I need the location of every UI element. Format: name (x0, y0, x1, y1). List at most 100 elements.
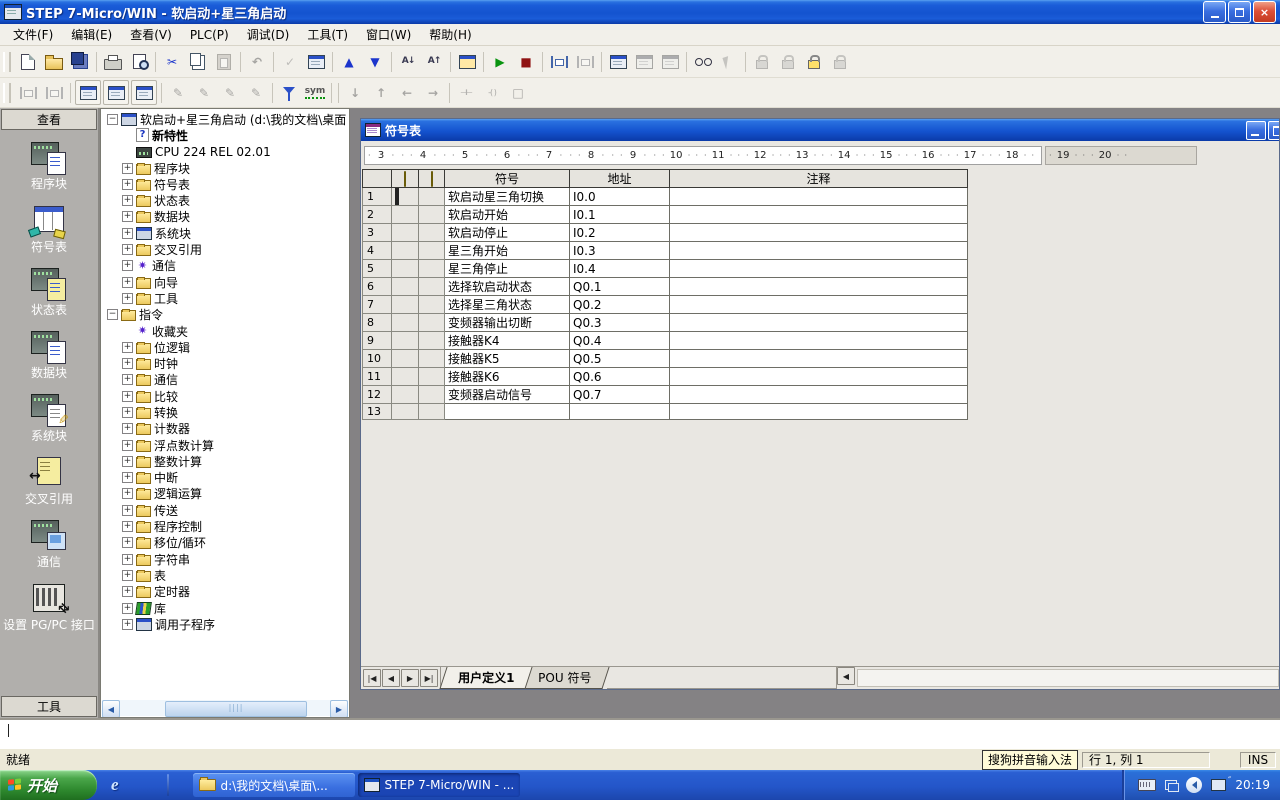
plus-toggle-icon[interactable]: + (122, 211, 133, 222)
tree-item-favorites[interactable]: ✷收藏夹 (103, 323, 349, 339)
plus-toggle-icon[interactable]: + (122, 570, 133, 581)
row-number[interactable]: 11 (363, 368, 392, 386)
symbol-cell[interactable]: 接触器K6 (445, 368, 570, 386)
scroll-left-icon[interactable]: ◀ (837, 667, 855, 685)
flag-cell[interactable] (419, 368, 445, 386)
tree-item-integer-math[interactable]: +整数计算 (103, 453, 349, 469)
row-number[interactable]: 13 (363, 404, 392, 420)
stop-button[interactable]: ■ (513, 49, 539, 74)
flag-cell[interactable] (419, 314, 445, 332)
tree-item-libraries[interactable]: +库 (103, 600, 349, 616)
address-cell[interactable]: I0.3 (570, 242, 670, 260)
plus-toggle-icon[interactable]: + (122, 407, 133, 418)
restore-windows-icon[interactable] (1165, 780, 1177, 790)
copy-button[interactable] (185, 49, 211, 74)
address-cell[interactable]: I0.4 (570, 260, 670, 278)
flag-cell[interactable] (392, 404, 419, 420)
plus-toggle-icon[interactable]: + (122, 619, 133, 630)
comment-cell[interactable] (670, 350, 968, 368)
plus-toggle-icon[interactable]: + (122, 521, 133, 532)
sidebar-item-data-block[interactable]: 数据块 (1, 330, 97, 380)
address-cell[interactable]: I0.2 (570, 224, 670, 242)
flag-cell[interactable] (419, 386, 445, 404)
menu-debug[interactable]: 调试(D) (238, 24, 299, 45)
keyboard-layout-icon[interactable] (1138, 779, 1156, 791)
view-component-2-button[interactable] (103, 80, 129, 105)
menu-help[interactable]: 帮助(H) (420, 24, 480, 45)
plus-toggle-icon[interactable]: + (122, 244, 133, 255)
symbol-cell[interactable]: 星三角停止 (445, 260, 570, 278)
tree-item-string[interactable]: +字符串 (103, 551, 349, 567)
plus-toggle-icon[interactable]: + (122, 342, 133, 353)
plus-toggle-icon[interactable]: + (122, 374, 133, 385)
comment-cell[interactable] (670, 404, 968, 420)
tree-item-program-block[interactable]: +程序块 (103, 160, 349, 176)
address-cell[interactable]: Q0.5 (570, 350, 670, 368)
cut-button[interactable]: ✂ (159, 49, 185, 74)
row-number[interactable]: 1 (363, 188, 392, 206)
column-header-1[interactable]: 地址 (570, 170, 670, 188)
row-number[interactable]: 7 (363, 296, 392, 314)
menu-view[interactable]: 查看(V) (121, 24, 181, 45)
row-number[interactable]: 8 (363, 314, 392, 332)
new-project-button[interactable] (15, 49, 41, 74)
tree-item-tools[interactable]: +工具 (103, 290, 349, 306)
tree-item-system-block[interactable]: +系统块 (103, 225, 349, 241)
flag-cell[interactable] (392, 296, 419, 314)
flag-cell[interactable] (392, 188, 419, 206)
tree-item-floating-point-math[interactable]: +浮点数计算 (103, 437, 349, 453)
options-button[interactable] (454, 49, 480, 74)
flag-cell[interactable] (392, 260, 419, 278)
tree-item-comm-instr[interactable]: +通信 (103, 372, 349, 388)
network-status-icon[interactable] (1211, 779, 1226, 791)
sidebar-item-program-block[interactable]: 程序块 (1, 141, 97, 191)
row-number[interactable]: 3 (363, 224, 392, 242)
tree-item-data-block[interactable]: +数据块 (103, 209, 349, 225)
tree-item-logical-operations[interactable]: +逻辑运算 (103, 486, 349, 502)
plus-toggle-icon[interactable]: + (122, 537, 133, 548)
minimize-button[interactable] (1203, 1, 1226, 23)
symbolic-addressing-button[interactable] (276, 80, 302, 105)
save-project-button[interactable] (67, 49, 93, 74)
tree-item-table[interactable]: +表 (103, 567, 349, 583)
upload-button[interactable]: ▲ (336, 49, 362, 74)
scrollbar-thumb[interactable] (165, 701, 307, 717)
tree-item-timers[interactable]: +定时器 (103, 584, 349, 600)
flag-cell[interactable] (392, 332, 419, 350)
tree-item-program-control[interactable]: +程序控制 (103, 518, 349, 534)
comment-cell[interactable] (670, 386, 968, 404)
tree-item-interrupt[interactable]: +中断 (103, 470, 349, 486)
sort-ascending-button[interactable]: A↓ (395, 49, 421, 74)
flag-cell[interactable] (392, 206, 419, 224)
plus-toggle-icon[interactable]: + (122, 228, 133, 239)
taskbar-button-explorer-window[interactable]: d:\我的文档\桌面\... (193, 773, 355, 797)
sidebar-item-communications[interactable]: 通信 (1, 519, 97, 569)
flag-cell[interactable] (392, 386, 419, 404)
close-button[interactable]: × (1253, 1, 1276, 23)
restore-button[interactable] (1228, 1, 1251, 23)
navbar-view-header[interactable]: 查看 (1, 109, 97, 130)
flag-cell[interactable] (419, 242, 445, 260)
symbol-cell[interactable]: 软启动开始 (445, 206, 570, 224)
flag-cell[interactable] (392, 314, 419, 332)
address-cell[interactable]: I0.0 (570, 188, 670, 206)
symbol-cell[interactable]: 接触器K4 (445, 332, 570, 350)
ime-indicator[interactable]: 搜狗拼音输入法 (982, 750, 1078, 770)
row-number[interactable]: 2 (363, 206, 392, 224)
row-number[interactable]: 5 (363, 260, 392, 278)
address-cell[interactable] (570, 404, 670, 420)
menu-plc[interactable]: PLC(P) (181, 26, 238, 44)
flag-cell[interactable] (419, 332, 445, 350)
minus-toggle-icon[interactable]: − (107, 309, 118, 320)
comment-cell[interactable] (670, 224, 968, 242)
sort-descending-button[interactable]: A↑ (421, 49, 447, 74)
start-button[interactable]: 开始 (0, 770, 97, 800)
symbol-cell[interactable]: 变频器输出切断 (445, 314, 570, 332)
plus-toggle-icon[interactable]: + (122, 277, 133, 288)
flag-cell[interactable] (419, 260, 445, 278)
bookmark-view-button[interactable] (690, 49, 716, 74)
scroll-left-icon[interactable]: ◀ (102, 700, 120, 718)
first-sheet-icon[interactable]: |◀ (363, 669, 381, 687)
tree-item-cross-reference[interactable]: +交叉引用 (103, 241, 349, 257)
symbol-cell[interactable] (445, 404, 570, 420)
